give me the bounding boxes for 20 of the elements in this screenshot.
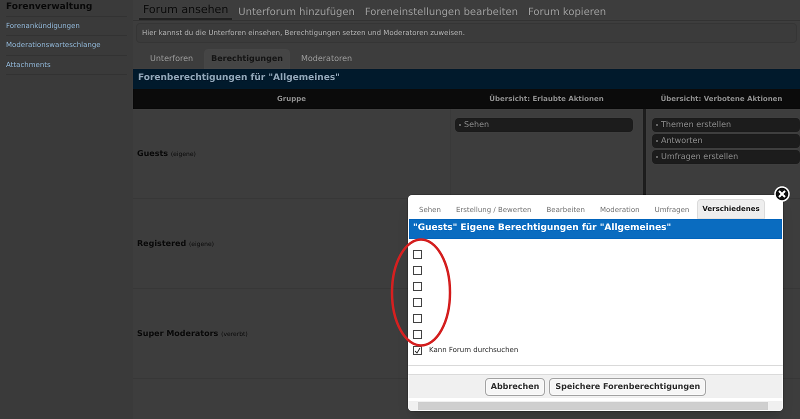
dialog-button[interactable]: Speichere Forenberechtigungen <box>549 378 706 396</box>
tab[interactable]: Foreneinstellungen bearbeiten <box>360 5 522 20</box>
checkbox[interactable] <box>413 314 422 323</box>
dialog-title-bar: "Guests" Eigene Berechtigungen für "Allgemeines" <box>409 219 782 239</box>
checkbox[interactable] <box>413 330 422 339</box>
dialog-button[interactable]: Abbrechen <box>484 378 546 396</box>
checkbox[interactable] <box>413 250 422 259</box>
close-icon[interactable] <box>774 186 790 202</box>
horizontal-scrollbar[interactable] <box>408 401 783 411</box>
checkbox[interactable] <box>413 282 422 291</box>
sub-tab[interactable]: Moderatoren <box>294 49 360 69</box>
tab[interactable]: Forum kopieren <box>524 5 610 20</box>
tab[interactable]: Unterforum hinzufügen <box>234 5 359 20</box>
checkbox[interactable] <box>413 266 422 275</box>
table-title-bar: Forenberechtigungen für "Allgemeines" <box>133 69 800 89</box>
sub-tab[interactable]: Unterforen <box>143 49 200 69</box>
checkbox[interactable] <box>413 346 422 355</box>
permission-tag: Sehen <box>464 119 490 131</box>
check-icon <box>414 347 421 354</box>
checkbox[interactable] <box>413 298 422 307</box>
